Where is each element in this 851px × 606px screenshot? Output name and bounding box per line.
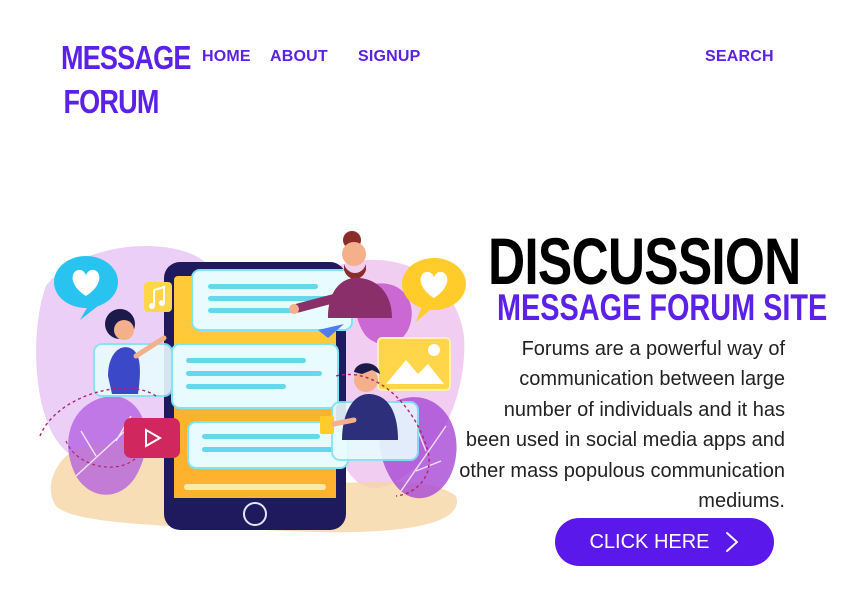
nav-search-link[interactable]: SEARCH [705, 48, 774, 66]
hero-subtitle: MESSAGE FORUM SITE [497, 286, 828, 328]
video-play-icon [124, 418, 180, 458]
chevron-right-icon [725, 532, 738, 552]
click-here-label: CLICK HERE [589, 530, 710, 553]
logo-line-1: MESSAGE [60, 39, 191, 76]
chat-bubble-2 [171, 343, 339, 409]
chat-forum-illustration [36, 231, 466, 533]
music-note-icon [144, 282, 172, 312]
click-here-button[interactable]: CLICK HERE [555, 518, 774, 566]
site-logo[interactable]: MESSAGE FORUM [60, 36, 191, 124]
hero-description: Forums are a powerful way of communicati… [459, 338, 785, 513]
logo-line-2: FORUM [63, 83, 159, 120]
nav-home-link[interactable]: HOME [202, 48, 251, 66]
nav-about-link[interactable]: ABOUT [270, 48, 328, 66]
nav-signup-link[interactable]: SIGNUP [358, 48, 421, 66]
image-card-icon [377, 337, 451, 391]
